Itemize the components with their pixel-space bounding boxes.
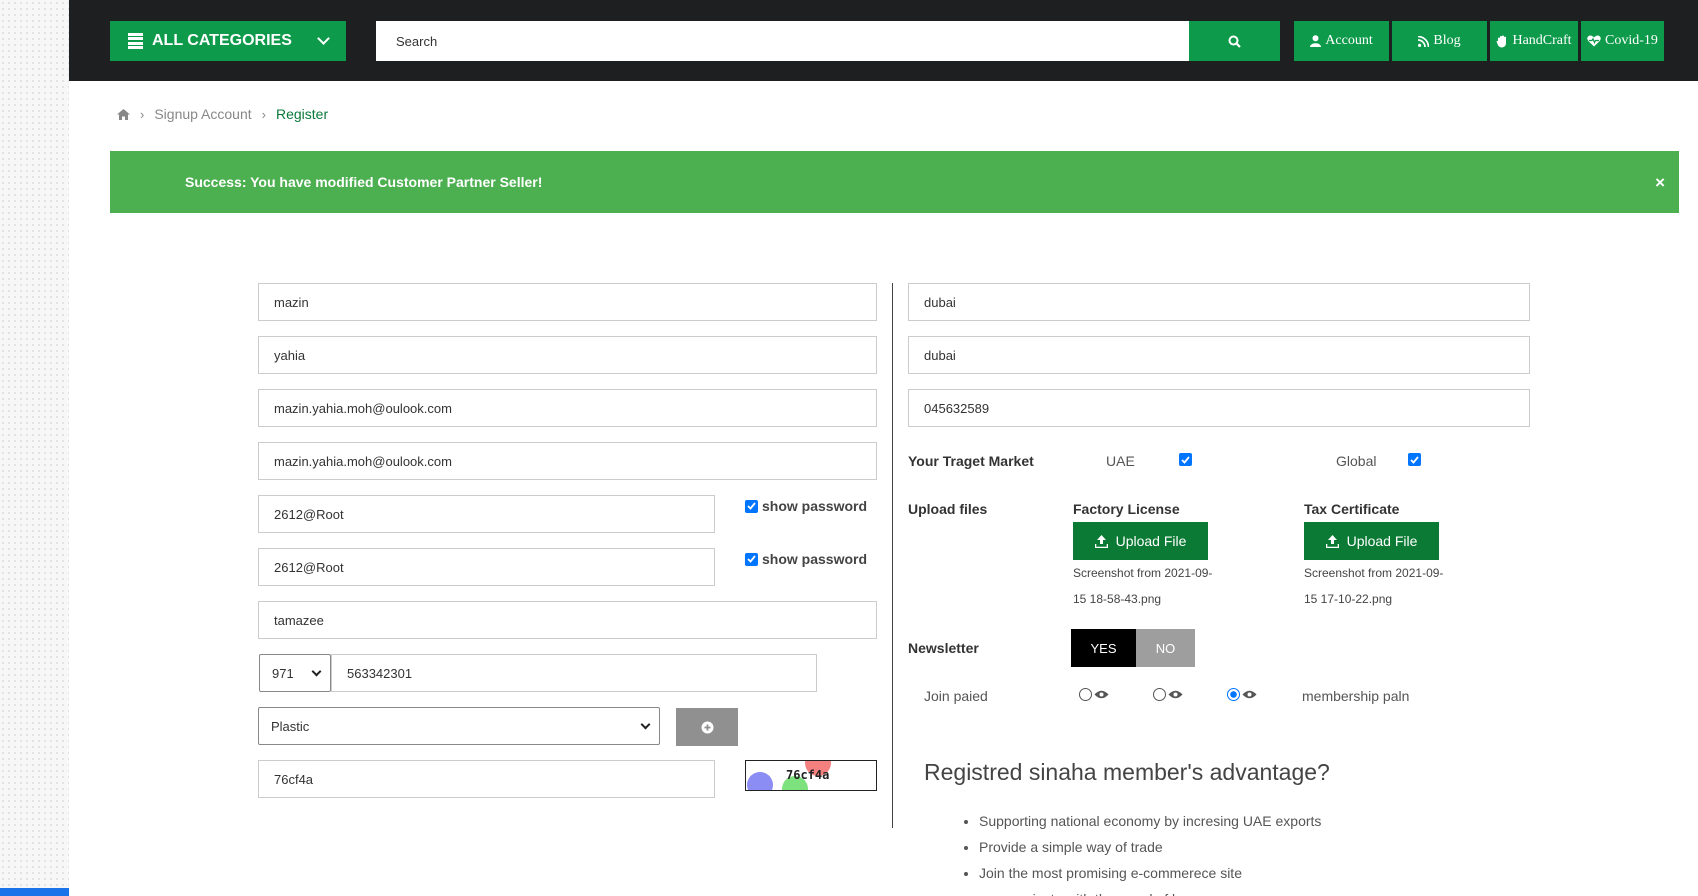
factory-license-upload-button[interactable]: Upload File: [1073, 522, 1208, 560]
captcha-image: 76cf4a: [745, 760, 877, 791]
account-button[interactable]: Account: [1294, 21, 1389, 61]
top-bar: ALL CATEGORIES Account Blog: [69, 0, 1698, 81]
phone-code-select[interactable]: 971: [259, 654, 331, 692]
chevron-down-icon: [317, 32, 330, 45]
plan-option-2[interactable]: [1153, 688, 1183, 701]
market-uae-checkbox[interactable]: [1179, 453, 1192, 466]
show-password-confirm-toggle[interactable]: show password: [745, 551, 867, 567]
phone2-input[interactable]: [908, 389, 1530, 427]
handcraft-button[interactable]: HandCraft: [1490, 21, 1578, 61]
tax-certificate-filename: Screenshot from 2021-09- 15 17-10-22.png: [1304, 566, 1444, 606]
main-area: ALL CATEGORIES Account Blog: [69, 0, 1698, 896]
column-divider: [892, 283, 893, 828]
upload-button-label: Upload File: [1346, 533, 1418, 549]
market-uae-label: UAE: [1106, 453, 1135, 469]
captcha-text: 76cf4a: [786, 768, 830, 782]
add-category-button[interactable]: [676, 708, 738, 746]
eye-icon[interactable]: [1094, 690, 1109, 699]
breadcrumb-separator: ›: [140, 106, 145, 122]
upload-files-label: Upload files: [908, 501, 988, 517]
breadcrumb-item-register[interactable]: Register: [276, 106, 328, 122]
category-value: Plastic: [271, 718, 310, 734]
city-input[interactable]: [908, 283, 1530, 321]
covid-label: Covid-19: [1605, 33, 1658, 48]
handcraft-label: HandCraft: [1512, 33, 1572, 48]
eye-icon[interactable]: [1242, 690, 1257, 699]
search-button[interactable]: [1189, 21, 1280, 61]
factory-license-filename: Screenshot from 2021-09- 15 18-58-43.png: [1073, 566, 1213, 606]
user-icon: [1310, 35, 1322, 47]
factory-license-label: Factory License: [1073, 501, 1180, 517]
company-input[interactable]: [258, 601, 877, 639]
close-icon[interactable]: ×: [1655, 173, 1665, 193]
list-item: Join the most promising e-commerece site: [979, 860, 1321, 886]
success-alert: Success: You have modified Customer Part…: [110, 151, 1679, 213]
advantages-title: Registred sinaha member's advantage?: [924, 759, 1330, 785]
email-confirm-input[interactable]: [258, 442, 877, 480]
plan-option-3[interactable]: [1227, 688, 1257, 701]
search-input[interactable]: [376, 21, 1189, 61]
breadcrumb: › Signup Account › Register: [117, 106, 328, 122]
category-select[interactable]: Plastic: [258, 707, 660, 745]
eye-icon[interactable]: [1168, 690, 1183, 699]
last-name-input[interactable]: [258, 336, 877, 374]
breadcrumb-item-signup[interactable]: Signup Account: [154, 106, 251, 122]
search-icon: [1228, 35, 1241, 48]
alert-message: Success: You have modified Customer Part…: [185, 174, 543, 190]
phone-code-value: 971: [272, 665, 294, 681]
captcha-input[interactable]: [258, 760, 715, 798]
newsletter-label: Newsletter: [908, 640, 979, 656]
plan-option-1[interactable]: [1079, 688, 1109, 701]
tax-certificate-label: Tax Certificate: [1304, 501, 1400, 517]
email-input[interactable]: [258, 389, 877, 427]
home-icon[interactable]: [117, 108, 130, 120]
list-item: communicate with thousand of buyers: [979, 886, 1321, 896]
tax-certificate-upload-button[interactable]: Upload File: [1304, 522, 1439, 560]
join-paied-label: Join paied: [924, 688, 988, 704]
blog-label: Blog: [1433, 33, 1461, 48]
menu-icon: [128, 33, 143, 49]
radio-button[interactable]: [1079, 688, 1092, 701]
newsletter-no-option[interactable]: NO: [1136, 629, 1195, 667]
region-input[interactable]: [908, 336, 1530, 374]
chevron-down-icon: [640, 719, 651, 730]
target-market-label: Your Traget Market: [908, 453, 1034, 469]
list-item: Provide a simple way of trade: [979, 834, 1321, 860]
upload-icon: [1325, 534, 1339, 548]
first-name-input[interactable]: [258, 283, 877, 321]
breadcrumb-separator: ›: [261, 106, 266, 122]
radio-button[interactable]: [1153, 688, 1166, 701]
show-password-toggle[interactable]: show password: [745, 498, 867, 514]
show-password-label: show password: [762, 498, 868, 514]
hand-icon: [1496, 35, 1507, 47]
covid-button[interactable]: Covid-19: [1581, 21, 1664, 61]
radio-button-selected[interactable]: [1227, 688, 1240, 701]
upload-button-label: Upload File: [1115, 533, 1187, 549]
checkbox-checked-icon[interactable]: [745, 552, 758, 566]
market-global-label: Global: [1336, 453, 1377, 469]
phone-input[interactable]: [331, 654, 817, 692]
all-categories-button[interactable]: ALL CATEGORIES: [110, 21, 346, 61]
account-label: Account: [1325, 33, 1373, 48]
all-categories-label: ALL CATEGORIES: [152, 32, 292, 49]
market-global-checkbox[interactable]: [1408, 453, 1421, 466]
heartbeat-icon: [1587, 35, 1601, 47]
rss-icon: [1418, 35, 1430, 47]
chevron-down-icon: [311, 666, 322, 677]
newsletter-toggle[interactable]: YES NO: [1071, 629, 1195, 667]
show-password-label: show password: [762, 551, 868, 567]
page-background-strip: [0, 0, 69, 896]
checkbox-checked-icon[interactable]: [745, 499, 758, 513]
blog-button[interactable]: Blog: [1392, 21, 1487, 61]
membership-plan-label: membership paln: [1302, 688, 1410, 704]
newsletter-yes-option[interactable]: YES: [1071, 629, 1136, 667]
list-item: Supporting national economy by incresing…: [979, 808, 1321, 834]
plus-circle-icon: [701, 721, 713, 733]
upload-icon: [1094, 534, 1108, 548]
advantages-list: Supporting national economy by incresing…: [979, 808, 1321, 896]
password-confirm-input[interactable]: [258, 548, 715, 586]
password-input[interactable]: [258, 495, 715, 533]
